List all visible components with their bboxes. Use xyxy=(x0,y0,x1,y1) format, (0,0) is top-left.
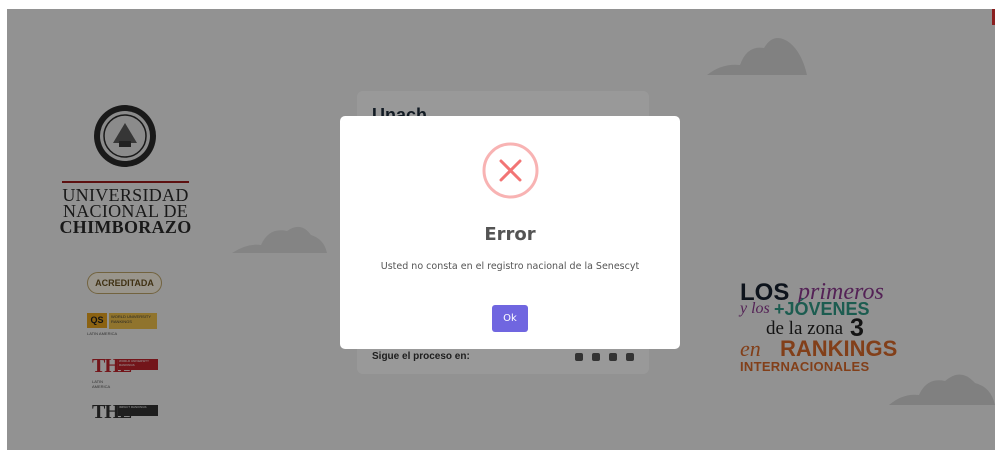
dialog-title: Error xyxy=(484,224,536,245)
error-dialog: Error Usted no consta en el registro nac… xyxy=(340,116,680,349)
ok-button[interactable]: Ok xyxy=(492,305,528,332)
dialog-message: Usted no consta en el registro nacional … xyxy=(380,261,640,272)
error-x-icon xyxy=(482,142,539,199)
